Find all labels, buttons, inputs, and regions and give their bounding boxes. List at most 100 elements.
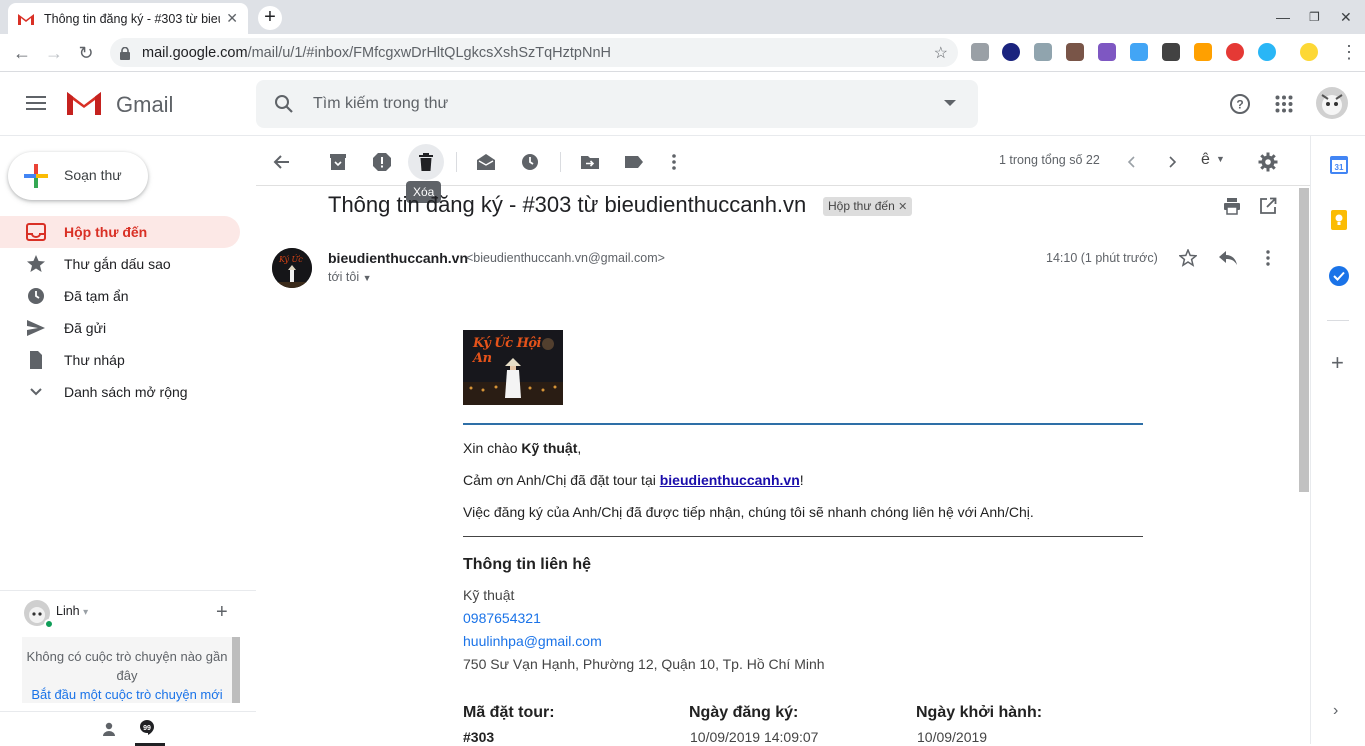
- main-menu-icon[interactable]: [26, 96, 46, 112]
- back-to-inbox-button[interactable]: [264, 144, 300, 180]
- nav-item-label: Hộp thư đến: [64, 224, 148, 240]
- search-icon[interactable]: [274, 94, 294, 114]
- print-icon[interactable]: [1223, 197, 1241, 215]
- more-message-options-icon[interactable]: [1262, 249, 1274, 267]
- extension-eye-icon[interactable]: [1258, 43, 1276, 61]
- archive-button[interactable]: [320, 144, 356, 180]
- extension-blue-icon[interactable]: [1130, 43, 1148, 61]
- new-chat-icon[interactable]: +: [216, 601, 228, 624]
- chevron-left-icon: [1127, 156, 1135, 168]
- gmail-header: Gmail Tìm kiếm trong thư ?: [0, 72, 1365, 136]
- download-extension-icon[interactable]: [1034, 43, 1052, 61]
- add-addon-icon[interactable]: +: [1331, 350, 1344, 376]
- forward-icon[interactable]: →: [41, 40, 67, 66]
- extension-dark-icon[interactable]: [1162, 43, 1180, 61]
- message-time: 14:10 (1 phút trước): [1046, 251, 1158, 265]
- send-icon: [27, 320, 45, 336]
- more-actions-button[interactable]: [656, 144, 692, 180]
- input-tools-icon: ê: [1201, 151, 1210, 168]
- greeting-name: Kỹ thuật: [521, 440, 578, 456]
- message-subject: Thông tin đăng ký - #303 từ bieudienthuc…: [328, 192, 807, 217]
- sender-avatar[interactable]: Ký Ức: [272, 248, 312, 288]
- mark-unread-button[interactable]: [468, 144, 504, 180]
- extension-ip-icon[interactable]: [1002, 43, 1020, 61]
- nav-item-inbox[interactable]: Hộp thư đến: [0, 216, 240, 248]
- report-spam-button[interactable]: [364, 144, 400, 180]
- remove-label-icon[interactable]: ✕: [898, 201, 907, 213]
- extension-pen-icon[interactable]: [1098, 43, 1116, 61]
- keep-icon[interactable]: [1331, 210, 1347, 230]
- nav-item-drafts[interactable]: Thư nháp: [0, 344, 240, 376]
- contacts-icon[interactable]: [102, 722, 116, 736]
- extension-tool-icon[interactable]: [1066, 43, 1084, 61]
- extension-orange-icon[interactable]: [1194, 43, 1212, 61]
- search-input[interactable]: Tìm kiếm trong thư: [313, 95, 448, 113]
- nav-item-starred[interactable]: Thư gắn dấu sao: [0, 248, 240, 280]
- labels-button[interactable]: [616, 144, 652, 180]
- delete-button[interactable]: [408, 144, 444, 180]
- hangouts-tab[interactable]: 99: [135, 712, 165, 746]
- move-to-button[interactable]: [572, 144, 608, 180]
- trash-icon: [419, 153, 433, 171]
- svg-text:99: 99: [143, 725, 151, 732]
- toolbar-divider: [456, 152, 457, 172]
- restore-icon[interactable]: ❐: [1309, 10, 1320, 24]
- settings-button[interactable]: [1250, 144, 1286, 180]
- expand-panel-icon[interactable]: ›: [1333, 702, 1338, 720]
- close-window-icon[interactable]: ✕: [1340, 9, 1352, 26]
- tour-code-label: Mã đặt tour:: [463, 704, 555, 721]
- newer-button[interactable]: [1114, 144, 1150, 180]
- open-new-window-icon[interactable]: [1259, 197, 1277, 215]
- contact-phone-link[interactable]: 0987654321: [463, 610, 541, 626]
- search-bar[interactable]: Tìm kiếm trong thư: [256, 80, 978, 128]
- hangouts-scrollbar[interactable]: [232, 637, 240, 703]
- clock-icon: [28, 288, 44, 304]
- back-icon[interactable]: ←: [9, 40, 35, 66]
- nav-item-label: Thư gắn dấu sao: [64, 256, 171, 272]
- input-tools-button[interactable]: ê ▼: [1192, 144, 1232, 180]
- address-bar[interactable]: mail.google.com/mail/u/1/#inbox/FMfcgxwD…: [110, 38, 958, 67]
- nav-item-sent[interactable]: Đã gửi: [0, 312, 240, 344]
- search-options-icon[interactable]: [944, 100, 956, 106]
- contact-email-link[interactable]: huulinhpa@gmail.com: [463, 633, 602, 649]
- side-panel: 31 + ›: [1310, 136, 1365, 744]
- tasks-icon[interactable]: [1329, 266, 1349, 286]
- message-scrollbar[interactable]: [1299, 188, 1309, 492]
- extension-360-icon[interactable]: [1226, 43, 1244, 61]
- recipient-details[interactable]: tới tôi ▼: [328, 270, 372, 284]
- online-status-dot: [44, 619, 54, 629]
- hangouts-user-name[interactable]: Linh ▾: [56, 604, 88, 618]
- older-button[interactable]: [1154, 144, 1190, 180]
- apps-grid-icon[interactable]: [1275, 95, 1293, 113]
- website-link[interactable]: bieudienthuccanh.vn: [660, 472, 800, 488]
- move-to-icon: [581, 156, 599, 169]
- account-avatar[interactable]: [1316, 87, 1348, 119]
- extension-emoji-icon[interactable]: [1300, 43, 1318, 61]
- inbox-icon: [26, 223, 46, 241]
- minimize-icon[interactable]: —: [1276, 9, 1290, 25]
- tour-code-value: #303: [463, 729, 495, 745]
- inbox-label-chip[interactable]: Hộp thư đến ✕: [823, 197, 913, 216]
- browser-tab[interactable]: Thông tin đăng ký - #303 từ bieu ✕: [8, 3, 248, 34]
- reply-icon[interactable]: [1218, 250, 1238, 266]
- contact-heading: Thông tin liên hệ: [463, 556, 591, 573]
- calendar-icon[interactable]: 31: [1330, 154, 1348, 174]
- bookmark-star-icon[interactable]: ☆: [934, 43, 948, 63]
- nav-item-snoozed[interactable]: Đã tạm ẩn: [0, 280, 240, 312]
- received-line: Việc đăng ký của Anh/Chị đã được tiếp nh…: [463, 504, 1034, 520]
- close-tab-icon[interactable]: ✕: [226, 10, 238, 27]
- snooze-button[interactable]: [512, 144, 548, 180]
- extension-icon[interactable]: [971, 43, 989, 61]
- contact-name: Kỹ thuật: [463, 587, 515, 603]
- help-icon[interactable]: ?: [1229, 93, 1251, 115]
- browser-menu-icon[interactable]: ⋮: [1340, 42, 1358, 63]
- reload-icon[interactable]: ↻: [73, 40, 99, 66]
- compose-plus-icon: [24, 164, 48, 188]
- start-conversation-link[interactable]: Bắt đầu một cuộc trò chuyện mới: [31, 687, 222, 702]
- new-tab-button[interactable]: +: [258, 6, 282, 30]
- nav-item-more[interactable]: Danh sách mở rộng: [0, 376, 240, 408]
- gmail-favicon-icon: [18, 13, 34, 25]
- sender-name[interactable]: bieudienthuccanh.vn: [328, 250, 468, 266]
- star-message-icon[interactable]: [1179, 249, 1197, 267]
- compose-button[interactable]: Soạn thư: [8, 152, 148, 200]
